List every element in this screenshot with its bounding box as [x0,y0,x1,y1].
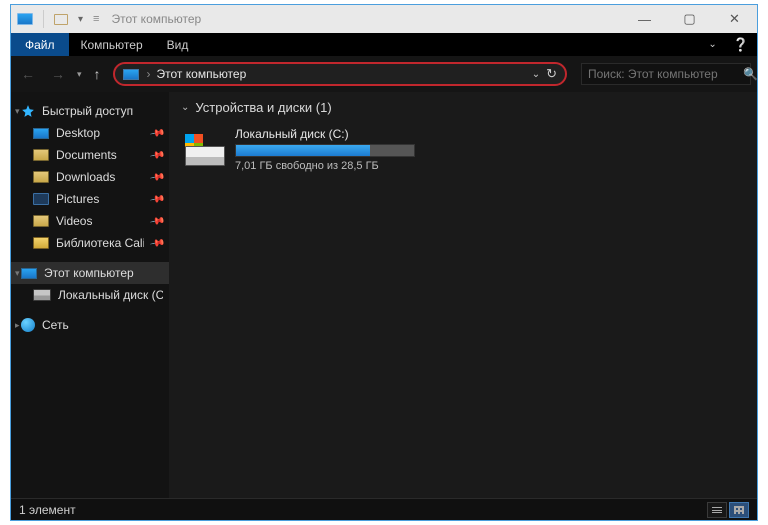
star-icon [21,104,35,118]
drive-name: Локальный диск (C:) [235,127,415,141]
quick-access-toolbar: ▾ ≡ [11,10,105,28]
search-box[interactable]: 🔍 [581,63,751,85]
status-count: 1 элемент [19,503,76,517]
tab-computer[interactable]: Компьютер [69,33,155,56]
sidebar-quick-access[interactable]: ▾ Быстрый доступ [11,100,169,122]
pin-icon: 📌 [149,213,166,229]
search-input[interactable] [588,67,743,81]
folder-icon [33,215,49,227]
window-controls: ― ▢ ✕ [622,5,757,33]
sidebar-item-documents[interactable]: Documents 📌 [11,144,169,166]
sidebar-item-desktop[interactable]: Desktop 📌 [11,122,169,144]
sidebar: ▾ Быстрый доступ Desktop 📌 Documents 📌 D… [11,92,169,498]
this-pc-icon [17,13,33,25]
addr-dropdown-icon[interactable]: ⌄ [532,69,540,80]
group-header[interactable]: ⌄ Устройства и диски (1) [181,100,745,115]
sidebar-item-label: Documents [56,148,117,162]
sidebar-item-pictures[interactable]: Pictures 📌 [11,188,169,210]
chevron-down-icon[interactable]: ⌄ [181,102,189,113]
chevron-down-icon[interactable]: ▾ [15,268,20,279]
drive-usage-fill [236,145,370,156]
sidebar-item-label: Локальный диск (C [58,288,163,302]
drive-icon [185,134,225,166]
network-icon [21,318,35,332]
drive-icon [33,289,51,301]
content-pane[interactable]: ⌄ Устройства и диски (1) Локальный диск … [169,92,757,498]
properties-icon[interactable]: ≡ [93,13,99,25]
nav-row: ← → ▾ ↑ › Этот компьютер ⌄ ↻ 🔍 [11,56,757,92]
pin-icon: 📌 [149,169,166,185]
qat-dropdown-icon[interactable]: ▾ [78,14,83,25]
tab-file[interactable]: Файл [11,33,69,56]
sidebar-item-label: Библиотека Cali [56,236,144,250]
folder-icon [33,171,49,183]
separator [43,10,44,28]
sidebar-item-label: Downloads [56,170,115,184]
this-pc-icon [21,268,37,279]
folder-icon[interactable] [54,14,68,25]
back-button[interactable]: ← [17,64,39,84]
chevron-right-icon[interactable]: ▸ [15,320,20,331]
main-area: ▾ Быстрый доступ Desktop 📌 Documents 📌 D… [11,92,757,498]
folder-icon [33,237,49,249]
sidebar-item-downloads[interactable]: Downloads 📌 [11,166,169,188]
drive-usage-bar [235,144,415,157]
up-button[interactable]: ↑ [90,64,105,84]
group-title: Устройства и диски (1) [195,100,331,115]
close-button[interactable]: ✕ [712,5,757,33]
breadcrumb[interactable]: Этот компьютер [157,67,247,81]
sidebar-item-label: Сеть [42,318,69,332]
pin-icon: 📌 [149,125,166,141]
sidebar-this-pc[interactable]: ▾ Этот компьютер [11,262,169,284]
sidebar-item-label: Desktop [56,126,100,140]
breadcrumb-separator-icon: › [147,67,151,81]
pin-icon: 📌 [149,147,166,163]
ribbon-tabs: Файл Компьютер Вид ⌄ ❔ [11,33,757,56]
view-details-button[interactable] [707,502,727,518]
view-tiles-button[interactable] [729,502,749,518]
this-pc-icon [123,69,139,80]
search-icon[interactable]: 🔍 [743,67,758,81]
maximize-button[interactable]: ▢ [667,5,712,33]
titlebar: ▾ ≡ Этот компьютер ― ▢ ✕ [11,5,757,33]
drive-info: Локальный диск (C:) 7,01 ГБ свободно из … [235,127,415,172]
view-toggle [707,502,749,518]
chevron-down-icon[interactable]: ▾ [15,106,20,117]
ribbon-minimize-icon[interactable]: ⌄ [700,39,724,50]
window-title: Этот компьютер [111,12,201,26]
help-icon[interactable]: ❔ [725,33,757,56]
statusbar: 1 элемент [11,498,757,520]
tab-view[interactable]: Вид [155,33,201,56]
address-bar[interactable]: › Этот компьютер ⌄ ↻ [113,62,567,86]
forward-button[interactable]: → [47,64,69,84]
pin-icon: 📌 [149,191,166,207]
explorer-window: ▾ ≡ Этот компьютер ― ▢ ✕ Файл Компьютер … [10,4,758,521]
sidebar-item-label: Быстрый доступ [42,104,133,118]
folder-icon [33,193,49,205]
sidebar-network[interactable]: ▸ Сеть [11,314,169,336]
refresh-icon[interactable]: ↻ [546,66,557,82]
sidebar-item-label: Videos [56,214,92,228]
desktop-icon [33,128,49,139]
sidebar-item-label: Этот компьютер [44,266,134,280]
pin-icon: 📌 [149,235,166,251]
folder-icon [33,149,49,161]
history-dropdown-icon[interactable]: ▾ [77,69,82,80]
sidebar-item-label: Pictures [56,192,99,206]
sidebar-item-library[interactable]: Библиотека Cali 📌 [11,232,169,254]
drive-free-text: 7,01 ГБ свободно из 28,5 ГБ [235,160,415,172]
sidebar-local-disk[interactable]: Локальный диск (C [11,284,169,306]
drive-item[interactable]: Локальный диск (C:) 7,01 ГБ свободно из … [181,123,441,176]
sidebar-item-videos[interactable]: Videos 📌 [11,210,169,232]
minimize-button[interactable]: ― [622,5,667,33]
